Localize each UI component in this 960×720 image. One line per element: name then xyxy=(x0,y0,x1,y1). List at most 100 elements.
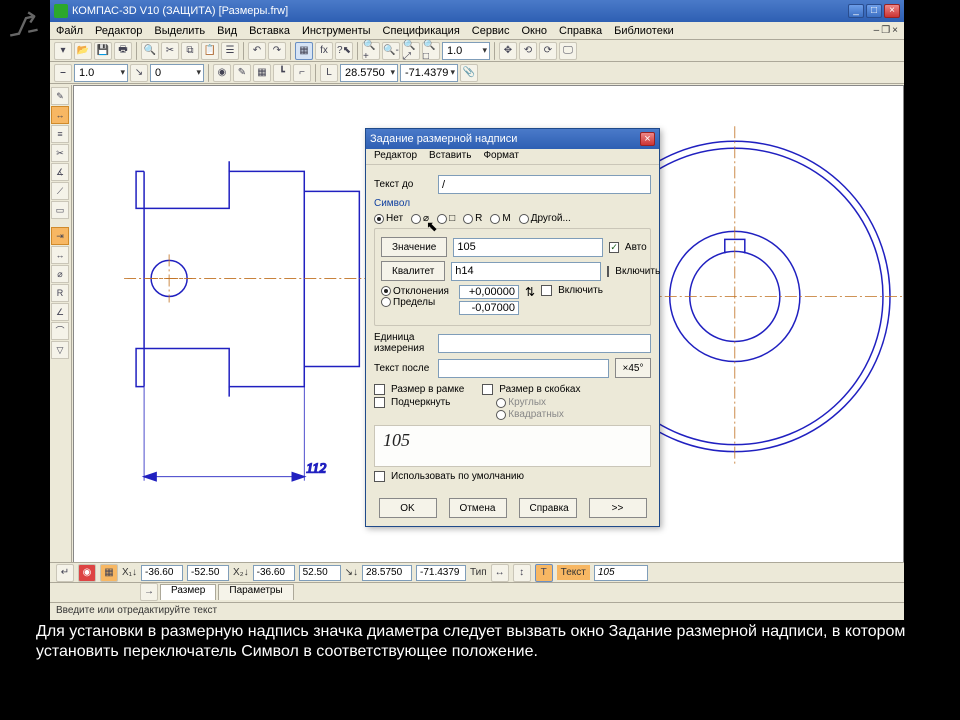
ry-field[interactable]: -71.4379 xyxy=(416,565,466,581)
updown-icon[interactable]: ⇅ xyxy=(525,285,535,299)
more-button[interactable]: >> xyxy=(589,498,647,518)
deviations-radio[interactable]: Отклонения xyxy=(381,286,449,297)
close-button[interactable]: × xyxy=(884,4,900,18)
auto-dim-icon[interactable]: ⇥ xyxy=(51,227,69,245)
zoom-fit-icon[interactable]: 🔍⤢ xyxy=(402,42,420,60)
auto-checkbox[interactable] xyxy=(609,242,619,253)
screen-icon[interactable]: 🖵 xyxy=(559,42,577,60)
qualitet-button[interactable]: Квалитет xyxy=(381,261,445,281)
symbol-square-radio[interactable]: □ xyxy=(437,213,455,224)
type1-icon[interactable]: ↔ xyxy=(491,564,509,582)
symbol-r-radio[interactable]: R xyxy=(463,213,482,224)
menu-service[interactable]: Сервис xyxy=(472,25,510,37)
zoom-out-icon[interactable]: 🔍- xyxy=(382,42,400,60)
tab-size[interactable]: Размер xyxy=(160,584,216,600)
ht-dim-icon[interactable]: ▽ xyxy=(51,341,69,359)
menu-select[interactable]: Выделить xyxy=(154,25,205,37)
snap-mid-icon[interactable]: ✎ xyxy=(233,64,251,82)
help-button[interactable]: Справка xyxy=(519,498,577,518)
attach-icon[interactable]: 📎 xyxy=(460,64,478,82)
dims-icon[interactable]: ↔ xyxy=(51,106,69,124)
brackets-checkbox[interactable] xyxy=(482,384,493,395)
meas-icon[interactable]: ⟋ xyxy=(51,182,69,200)
symbol-m-radio[interactable]: M xyxy=(490,213,510,224)
dlg-menu-format[interactable]: Формат xyxy=(483,150,519,163)
ortho-icon[interactable]: ┗ xyxy=(273,64,291,82)
ok-button[interactable]: OK xyxy=(379,498,437,518)
layers-icon[interactable]: ▦ xyxy=(295,42,313,60)
scale-combo[interactable]: 1.0 xyxy=(74,64,128,82)
value-input[interactable] xyxy=(453,238,603,257)
mdi-restore[interactable]: ❐ xyxy=(881,25,890,36)
edit-icon[interactable]: ✂ xyxy=(51,144,69,162)
cut-icon[interactable]: ✂ xyxy=(161,42,179,60)
menu-window[interactable]: Окно xyxy=(521,25,547,37)
menu-view[interactable]: Вид xyxy=(217,25,237,37)
snap-end-icon[interactable]: ◉ xyxy=(213,64,231,82)
sel-icon[interactable]: ▭ xyxy=(51,201,69,219)
save-icon[interactable]: 💾 xyxy=(94,42,112,60)
dialog-titlebar[interactable]: Задание размерной надписи × xyxy=(366,129,659,149)
dlg-menu-editor[interactable]: Редактор xyxy=(374,150,417,163)
y1-field[interactable]: -52.50 xyxy=(187,565,229,581)
default-checkbox[interactable] xyxy=(374,471,385,482)
menu-tools[interactable]: Инструменты xyxy=(302,25,371,37)
underline-checkbox[interactable] xyxy=(374,397,385,408)
x2-field[interactable]: -36.60 xyxy=(253,565,295,581)
zoom-win-icon[interactable]: 🔍□ xyxy=(422,42,440,60)
zoom-in-icon[interactable]: 🔍+ xyxy=(362,42,380,60)
mdi-close[interactable]: × xyxy=(892,25,898,36)
cur-style-icon[interactable]: ⎯ xyxy=(54,64,72,82)
vars-icon[interactable]: fx xyxy=(315,42,333,60)
zoom-combo[interactable]: 1.0 xyxy=(442,42,490,60)
symbol-none-radio[interactable]: Нет xyxy=(374,213,403,224)
qual-include-checkbox[interactable] xyxy=(607,266,609,277)
symbol-diam-radio[interactable]: ⌀ xyxy=(411,213,429,224)
step-combo[interactable]: 0 xyxy=(150,64,204,82)
redo-icon[interactable]: ↷ xyxy=(268,42,286,60)
copy-icon[interactable]: ⧉ xyxy=(181,42,199,60)
grid-icon[interactable]: ▦ xyxy=(253,64,271,82)
pin-icon[interactable]: → xyxy=(140,583,158,601)
param-icon[interactable]: ∡ xyxy=(51,163,69,181)
dialog-close-button[interactable]: × xyxy=(640,132,655,146)
lin-dim-icon[interactable]: ↔ xyxy=(51,246,69,264)
dev-include-checkbox[interactable] xyxy=(541,285,552,296)
arc-dim-icon[interactable]: ⌒ xyxy=(51,322,69,340)
menu-spec[interactable]: Спецификация xyxy=(383,25,460,37)
type3-icon[interactable]: T xyxy=(535,564,553,582)
diam-dim-icon[interactable]: ⌀ xyxy=(51,265,69,283)
ang-dim-icon[interactable]: ∠ xyxy=(51,303,69,321)
mdi-min[interactable]: – xyxy=(874,25,880,36)
type2-icon[interactable]: ↕ xyxy=(513,564,531,582)
rad-dim-icon[interactable]: R xyxy=(51,284,69,302)
menu-file[interactable]: Файл xyxy=(56,25,83,37)
regen-icon[interactable]: ⟳ xyxy=(539,42,557,60)
cur-style-arrow-icon[interactable]: ↘ xyxy=(130,64,148,82)
ucs-icon[interactable]: L xyxy=(320,64,338,82)
stop-icon[interactable]: ◉ xyxy=(78,564,96,582)
geom-icon[interactable]: ✎ xyxy=(51,87,69,105)
text-after-input[interactable] xyxy=(438,359,609,378)
paste-icon[interactable]: 📋 xyxy=(201,42,219,60)
text-field[interactable]: 105 xyxy=(594,565,648,581)
menu-libs[interactable]: Библиотеки xyxy=(614,25,674,37)
auto-icon[interactable]: ▦ xyxy=(100,564,118,582)
maximize-button[interactable]: □ xyxy=(866,4,882,18)
dlg-menu-insert[interactable]: Вставить xyxy=(429,150,471,163)
menu-editor[interactable]: Редактор xyxy=(95,25,142,37)
cancel-button[interactable]: Отмена xyxy=(449,498,507,518)
move-icon[interactable]: ✥ xyxy=(499,42,517,60)
x45-button[interactable]: ×45° xyxy=(615,358,651,378)
rx-field[interactable]: 28.5750 xyxy=(362,565,412,581)
x1-field[interactable]: -36.60 xyxy=(141,565,183,581)
unit-input[interactable] xyxy=(438,334,651,353)
limits-radio[interactable]: Пределы xyxy=(381,297,435,308)
preview-icon[interactable]: 🔍 xyxy=(141,42,159,60)
frame-checkbox[interactable] xyxy=(374,384,385,395)
text-before-input[interactable] xyxy=(438,175,651,194)
dev-minus-input[interactable] xyxy=(459,301,519,315)
y2-field[interactable]: 52.50 xyxy=(299,565,341,581)
lcs-icon[interactable]: ⌐ xyxy=(293,64,311,82)
value-button[interactable]: Значение xyxy=(381,237,447,257)
